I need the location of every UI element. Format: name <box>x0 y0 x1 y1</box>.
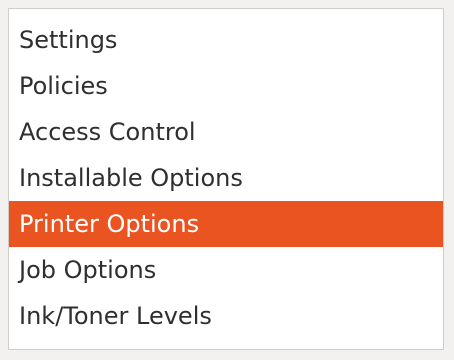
sidebar-item-settings[interactable]: Settings <box>9 17 443 63</box>
sidebar-item-label: Job Options <box>19 256 157 284</box>
sidebar-item-installable-options[interactable]: Installable Options <box>9 155 443 201</box>
printer-properties-sidebar: Settings Policies Access Control Install… <box>8 8 444 350</box>
sidebar-item-label: Access Control <box>19 118 196 146</box>
sidebar-item-label: Printer Options <box>19 210 200 238</box>
sidebar-item-access-control[interactable]: Access Control <box>9 109 443 155</box>
sidebar-item-label: Settings <box>19 26 118 54</box>
sidebar-item-policies[interactable]: Policies <box>9 63 443 109</box>
options-list: Settings Policies Access Control Install… <box>9 9 443 339</box>
sidebar-item-label: Installable Options <box>19 164 243 192</box>
sidebar-item-label: Policies <box>19 72 108 100</box>
sidebar-item-job-options[interactable]: Job Options <box>9 247 443 293</box>
sidebar-item-label: Ink/Toner Levels <box>19 302 212 330</box>
sidebar-item-ink-toner-levels[interactable]: Ink/Toner Levels <box>9 293 443 339</box>
sidebar-item-printer-options[interactable]: Printer Options <box>9 201 443 247</box>
